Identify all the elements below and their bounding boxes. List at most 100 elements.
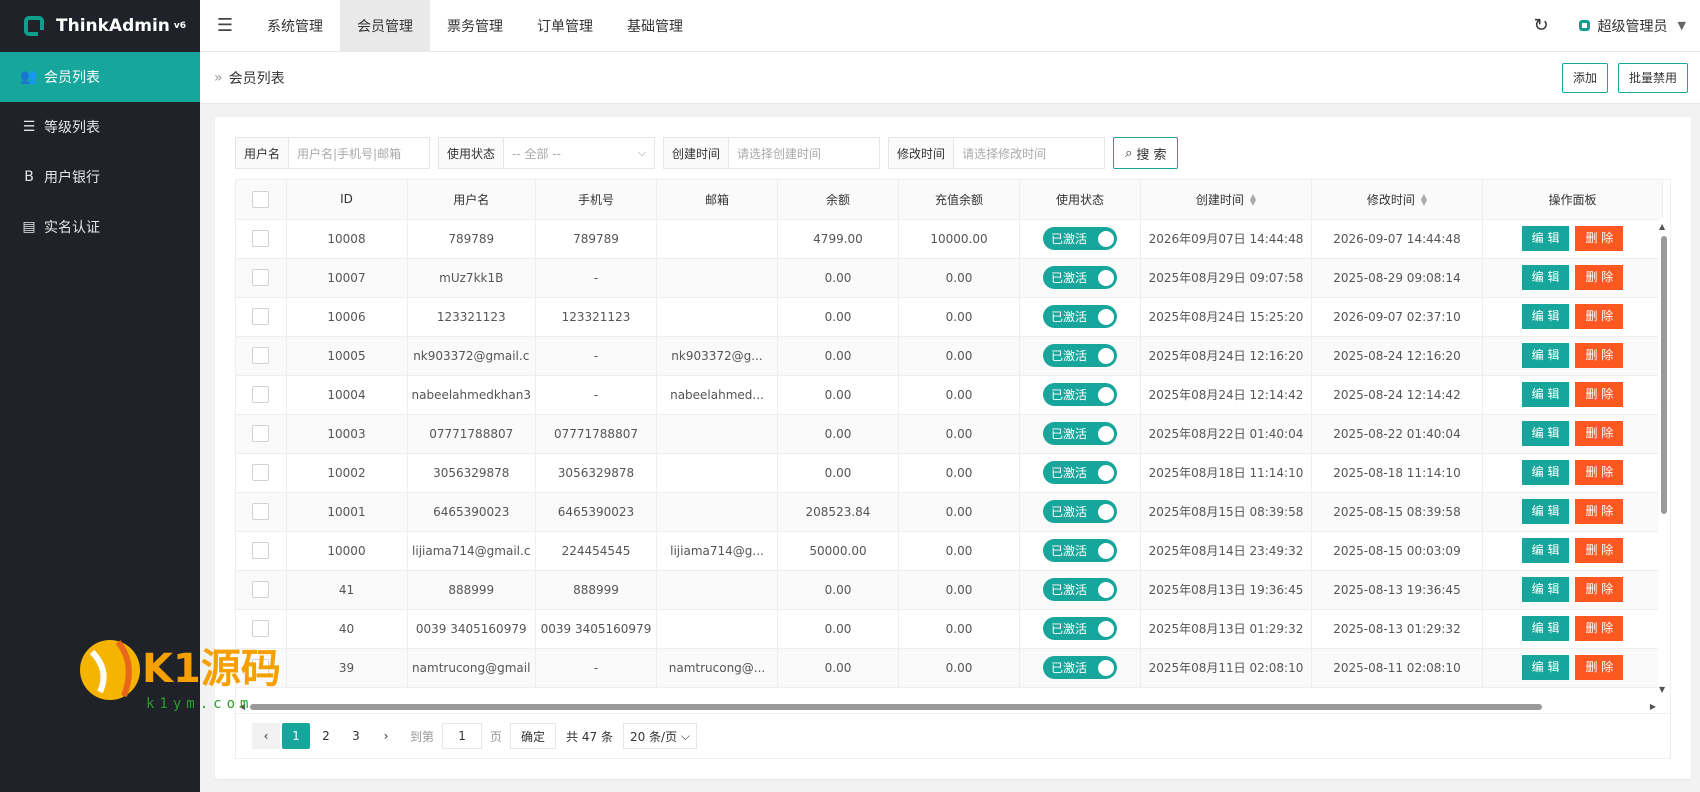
status-toggle[interactable]: 已激活 [1042, 383, 1117, 406]
sort-icon[interactable]: ▲ ▼ [1421, 193, 1427, 207]
goto-page-input[interactable]: 1 [442, 723, 483, 749]
status-toggle[interactable]: 已激活 [1042, 656, 1117, 679]
delete-button[interactable]: 删 除 [1575, 499, 1624, 524]
delete-button[interactable]: 删 除 [1575, 382, 1624, 407]
edit-button[interactable]: 编 辑 [1521, 577, 1570, 602]
row-checkbox[interactable] [252, 269, 270, 286]
delete-button[interactable]: 删 除 [1575, 655, 1624, 680]
created-date-input[interactable]: 请选择创建时间 [729, 138, 880, 168]
delete-button[interactable]: 删 除 [1575, 226, 1624, 251]
status-toggle[interactable]: 已激活 [1042, 461, 1117, 484]
status-toggle[interactable]: 已激活 [1042, 344, 1117, 367]
scroll-right-icon[interactable]: ▶ [1650, 702, 1656, 711]
cell-modified: 2025-08-15 00:03:09 [1311, 531, 1483, 571]
row-checkbox[interactable] [252, 425, 270, 442]
scroll-up-icon[interactable]: ▲ [1659, 222, 1665, 231]
delete-button[interactable]: 删 除 [1575, 265, 1624, 290]
row-checkbox[interactable] [252, 581, 270, 598]
cell-id: 41 [286, 570, 408, 610]
page-size-select[interactable]: 20 条/页 ⌵ [622, 723, 698, 749]
row-checkbox[interactable] [252, 230, 270, 247]
sort-icon[interactable]: ▲ ▼ [1250, 193, 1256, 207]
cell-recharge: 0.00 [898, 414, 1020, 454]
sidebar-item-3[interactable]: ▤ 实名认证 [0, 202, 200, 252]
edit-button[interactable]: 编 辑 [1521, 421, 1570, 446]
page-2[interactable]: 2 [312, 723, 340, 749]
status-toggle[interactable]: 已激活 [1042, 266, 1117, 289]
row-checkbox[interactable] [252, 386, 270, 403]
status-toggle[interactable]: 已激活 [1042, 227, 1117, 250]
top-tab-2[interactable]: 票务管理 [430, 0, 520, 52]
row-checkbox[interactable] [252, 503, 270, 520]
row-select-cell [236, 297, 287, 337]
delete-button[interactable]: 删 除 [1575, 460, 1624, 485]
edit-button[interactable]: 编 辑 [1521, 655, 1570, 680]
delete-button[interactable]: 删 除 [1575, 343, 1624, 368]
vertical-scrollbar[interactable]: ▲ ▼ [1658, 218, 1670, 698]
edit-button[interactable]: 编 辑 [1521, 499, 1570, 524]
top-tab-1[interactable]: 会员管理 [340, 0, 430, 52]
modified-date-input[interactable]: 请选择修改时间 [954, 138, 1105, 168]
scroll-down-icon[interactable]: ▼ [1659, 685, 1665, 694]
toggle-knob [1097, 542, 1114, 559]
menu-toggle-icon[interactable]: ☰ [200, 0, 250, 52]
status-toggle[interactable]: 已激活 [1042, 578, 1117, 601]
cell-modified: 2025-08-29 09:08:14 [1311, 258, 1483, 298]
column-header-7[interactable]: 创建时间 ▲ ▼ [1140, 180, 1312, 220]
vertical-scroll-thumb[interactable] [1661, 236, 1667, 514]
delete-button[interactable]: 删 除 [1575, 577, 1624, 602]
status-toggle[interactable]: 已激活 [1042, 422, 1117, 445]
delete-button[interactable]: 删 除 [1575, 421, 1624, 446]
add-button[interactable]: 添加 [1561, 62, 1608, 93]
status-select[interactable]: -- 全部 -- ⌵ [504, 138, 655, 168]
username-input[interactable]: 用户名|手机号|邮箱 [289, 138, 430, 168]
edit-button[interactable]: 编 辑 [1521, 460, 1570, 485]
cell-status: 已激活 [1019, 258, 1141, 298]
select-all-checkbox[interactable] [252, 190, 270, 208]
delete-button[interactable]: 删 除 [1575, 538, 1624, 563]
edit-button[interactable]: 编 辑 [1521, 343, 1570, 368]
goto-confirm-button[interactable]: 确定 [510, 723, 557, 749]
row-checkbox[interactable] [252, 308, 270, 325]
cell-balance: 208523.84 [777, 492, 899, 532]
delete-button[interactable]: 删 除 [1575, 304, 1624, 329]
edit-button[interactable]: 编 辑 [1521, 616, 1570, 641]
status-toggle[interactable]: 已激活 [1042, 305, 1117, 328]
top-tab-4[interactable]: 基础管理 [610, 0, 700, 52]
delete-button[interactable]: 删 除 [1575, 616, 1624, 641]
sidebar-item-1[interactable]: ☰ 等级列表 [0, 102, 200, 152]
cell-email: nk903372@g... [656, 336, 778, 376]
top-tab-0[interactable]: 系统管理 [250, 0, 340, 52]
edit-button[interactable]: 编 辑 [1521, 226, 1570, 251]
horizontal-scroll-thumb[interactable] [250, 704, 1542, 710]
sidebar-item-0[interactable]: 👥 会员列表 [0, 52, 200, 102]
status-label: 已激活 [1050, 466, 1087, 480]
batch-disable-button[interactable]: 批量禁用 [1617, 62, 1688, 93]
edit-button[interactable]: 编 辑 [1521, 304, 1570, 329]
column-header-4: 余额 [777, 180, 899, 220]
next-page-icon[interactable]: › [372, 723, 400, 749]
edit-button[interactable]: 编 辑 [1521, 382, 1570, 407]
row-checkbox[interactable] [252, 542, 270, 559]
top-tab-3[interactable]: 订单管理 [520, 0, 610, 52]
edit-button[interactable]: 编 辑 [1521, 538, 1570, 563]
page-1[interactable]: 1 [282, 723, 310, 749]
status-toggle[interactable]: 已激活 [1042, 617, 1117, 640]
page-3[interactable]: 3 [342, 723, 370, 749]
column-header-6: 使用状态 [1019, 180, 1141, 220]
status-toggle[interactable]: 已激活 [1042, 539, 1117, 562]
cell-email [656, 570, 778, 610]
status-label: 已激活 [1050, 310, 1087, 324]
user-menu[interactable]: 超级管理员 ▼ [1578, 16, 1686, 36]
row-checkbox[interactable] [252, 464, 270, 481]
column-header-8[interactable]: 修改时间 ▲ ▼ [1311, 180, 1483, 220]
refresh-icon[interactable]: ↻ [1533, 15, 1548, 36]
prev-page-icon[interactable]: ‹ [252, 723, 280, 749]
row-checkbox[interactable] [252, 347, 270, 364]
edit-button[interactable]: 编 辑 [1521, 265, 1570, 290]
sidebar-item-2[interactable]: B 用户银行 [0, 152, 200, 202]
horizontal-scrollbar[interactable]: ◀ ▶ [236, 701, 1670, 713]
search-button[interactable]: ⌕ 搜 索 [1113, 137, 1179, 169]
app-logo[interactable]: ThinkAdmin v6 [0, 0, 200, 52]
status-toggle[interactable]: 已激活 [1042, 500, 1117, 523]
